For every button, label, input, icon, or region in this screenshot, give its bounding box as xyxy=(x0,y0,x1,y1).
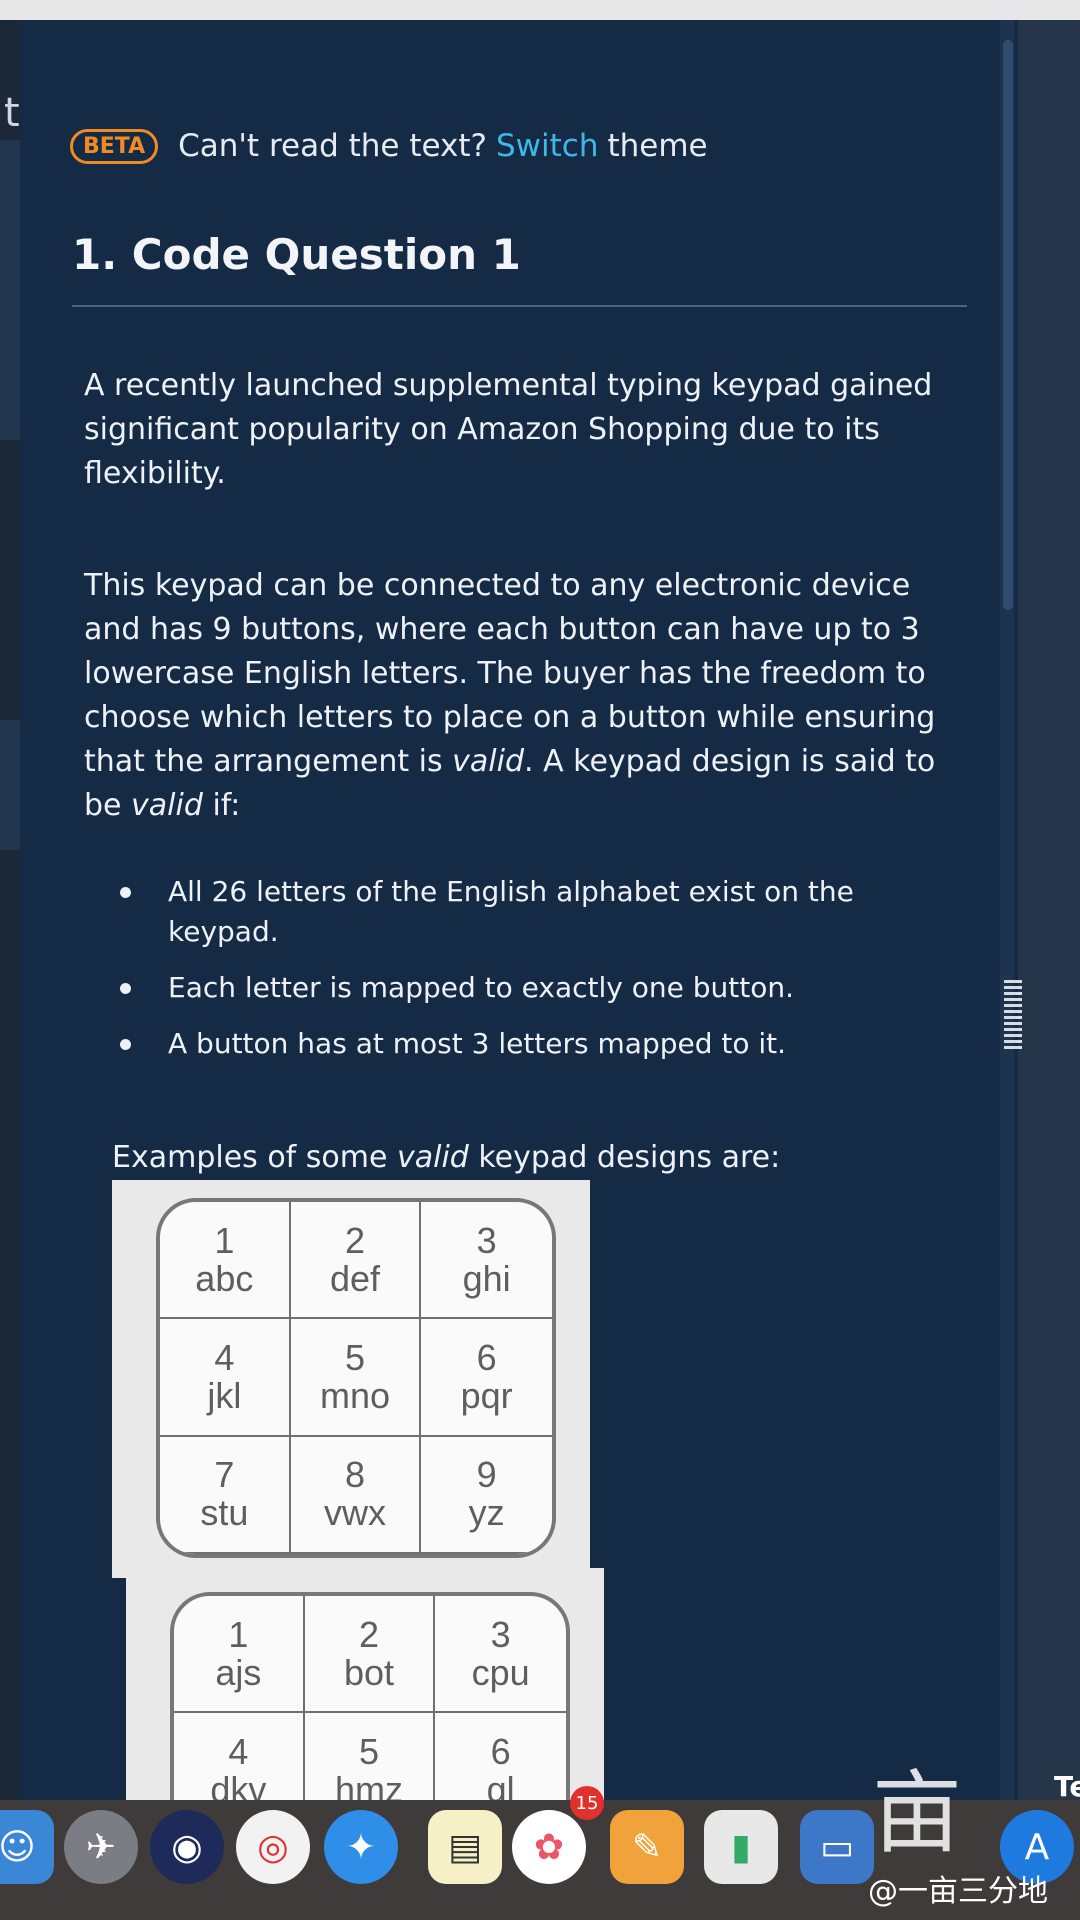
keypad-key: 6 gl xyxy=(435,1713,566,1800)
key-letters: cpu xyxy=(471,1651,530,1693)
key-number: 1 xyxy=(214,1219,235,1261)
siri-icon[interactable]: ◉ xyxy=(150,1810,224,1884)
key-letters: hmz xyxy=(334,1768,403,1800)
keypad-key: 1 abc xyxy=(160,1202,291,1320)
safari-icon[interactable]: ✦ xyxy=(324,1810,398,1884)
key-letters: mno xyxy=(319,1374,390,1416)
key-number: 2 xyxy=(344,1219,365,1261)
keypad-key: 2 bot xyxy=(304,1596,436,1714)
edge-label: Te xyxy=(1054,1770,1080,1803)
key-letters: vwx xyxy=(323,1492,386,1534)
rule-text: A button has at most 3 letters mapped to… xyxy=(168,1027,787,1060)
key-number: 5 xyxy=(344,1336,365,1378)
key-number: 7 xyxy=(214,1454,235,1496)
keypad-example-image: 1 ajs 2 bot 3 cpu 4 dkv 5 hmz 6 gl xyxy=(126,1568,604,1800)
scrollbar-thumb[interactable] xyxy=(1003,40,1013,610)
rule-item: Each letter is mapped to exactly one but… xyxy=(120,968,900,1008)
rule-text: All 26 letters of the English alphabet e… xyxy=(168,875,854,948)
keypad-key: 1 ajs xyxy=(174,1596,305,1714)
keypad-key: 3 ghi xyxy=(421,1202,552,1320)
key-letters: jkl xyxy=(207,1374,242,1416)
sidebar-label: t xyxy=(4,90,20,136)
key-letters: gl xyxy=(486,1768,515,1800)
keypad-key: 5 hmz xyxy=(305,1713,436,1800)
question-intro: A recently launched supplemental typing … xyxy=(84,368,933,491)
finder-icon[interactable]: ☺ xyxy=(0,1810,54,1884)
chrome-icon[interactable]: ◎ xyxy=(236,1810,310,1884)
keypad-key: 7 stu xyxy=(160,1436,291,1554)
keypad-key: 5 mno xyxy=(290,1319,422,1437)
keynote-icon[interactable]: ▭ xyxy=(800,1810,874,1884)
editor-pane-edge xyxy=(1018,20,1080,1800)
bullet-dot xyxy=(120,1039,131,1050)
switch-theme-link[interactable]: Switch xyxy=(496,128,599,164)
photos-badge: 15 xyxy=(570,1786,604,1820)
theme-banner: BETA Can't read the text? Switch theme xyxy=(70,128,708,164)
keypad-key: 6 pqr xyxy=(421,1319,552,1437)
key-number: 6 xyxy=(476,1336,497,1378)
photos-icon[interactable]: ✿ xyxy=(512,1810,586,1884)
examples-emphasis: valid xyxy=(396,1140,469,1175)
key-number: 4 xyxy=(214,1336,235,1378)
banner-prefix: Can't read the text? xyxy=(178,128,487,164)
numbers-icon[interactable]: ▮ xyxy=(704,1810,778,1884)
browser-top-strip xyxy=(0,0,1080,20)
examples-text: Examples of some xyxy=(112,1140,397,1175)
key-letters: ghi xyxy=(462,1257,511,1299)
launchpad-icon[interactable]: ✈ xyxy=(64,1810,138,1884)
key-letters: stu xyxy=(200,1492,249,1534)
pages-icon[interactable]: ✎ xyxy=(610,1810,684,1884)
beta-badge: BETA xyxy=(70,128,159,164)
keypad-grid: 1 abc 2 def 3 ghi 4 jkl 5 mno 6 pqr 7 stu 8 vwx 9 yz xyxy=(156,1198,556,1558)
notes-icon[interactable]: ▤ xyxy=(428,1810,502,1884)
key-number: 1 xyxy=(228,1613,249,1655)
key-letters: dkv xyxy=(210,1768,267,1800)
keypad-key: 2 def xyxy=(290,1202,422,1320)
key-number: 3 xyxy=(490,1613,511,1655)
question-description: This keypad can be connected to any elec… xyxy=(84,564,964,828)
keypad-example-image: 1 abc 2 def 3 ghi 4 jkl 5 mno 6 pqr 7 stu 8 vwx 9 yz xyxy=(112,1180,590,1578)
question-title: 1. Code Question 1 xyxy=(72,230,521,279)
key-number: 6 xyxy=(490,1730,511,1772)
keypad-key: 9 yz xyxy=(421,1437,552,1554)
keypad-key: 4 dkv xyxy=(174,1713,305,1800)
pane-resize-handle[interactable] xyxy=(1004,980,1022,1050)
key-number: 8 xyxy=(344,1454,365,1496)
keypad-key: 4 jkl xyxy=(160,1319,291,1437)
examples-heading: Examples of some valid keypad designs ar… xyxy=(112,1140,780,1175)
desc-emphasis: valid xyxy=(131,788,203,823)
bullet-dot xyxy=(120,887,131,898)
banner-suffix: theme xyxy=(607,128,708,164)
title-divider xyxy=(72,305,967,307)
keypad-key: 3 cpu xyxy=(435,1596,566,1714)
key-letters: abc xyxy=(195,1257,254,1299)
key-letters: bot xyxy=(343,1651,395,1693)
keypad-key: 8 vwx xyxy=(290,1436,422,1554)
key-number: 3 xyxy=(476,1219,497,1261)
examples-text: keypad designs are: xyxy=(468,1140,781,1175)
key-letters: ajs xyxy=(215,1651,262,1693)
rule-item: A button has at most 3 letters mapped to… xyxy=(120,1024,900,1064)
key-letters: pqr xyxy=(460,1374,513,1416)
rule-item: All 26 letters of the English alphabet e… xyxy=(120,872,900,952)
validity-rules: All 26 letters of the English alphabet e… xyxy=(120,872,900,1080)
key-letters: def xyxy=(329,1257,381,1299)
desc-text: if: xyxy=(202,788,241,823)
key-number: 5 xyxy=(358,1730,379,1772)
watermark-text: @一亩三分地 xyxy=(868,1874,1048,1909)
bullet-dot xyxy=(120,983,131,994)
rule-text: Each letter is mapped to exactly one but… xyxy=(168,971,794,1004)
key-number: 9 xyxy=(476,1454,497,1496)
key-letters: yz xyxy=(468,1492,505,1534)
key-number: 2 xyxy=(358,1613,379,1655)
desc-emphasis: valid xyxy=(452,744,525,779)
keypad-grid: 1 ajs 2 bot 3 cpu 4 dkv 5 hmz 6 gl xyxy=(170,1592,570,1800)
watermark-logo-icon: 亩 xyxy=(872,1761,962,1866)
key-number: 4 xyxy=(228,1730,249,1772)
